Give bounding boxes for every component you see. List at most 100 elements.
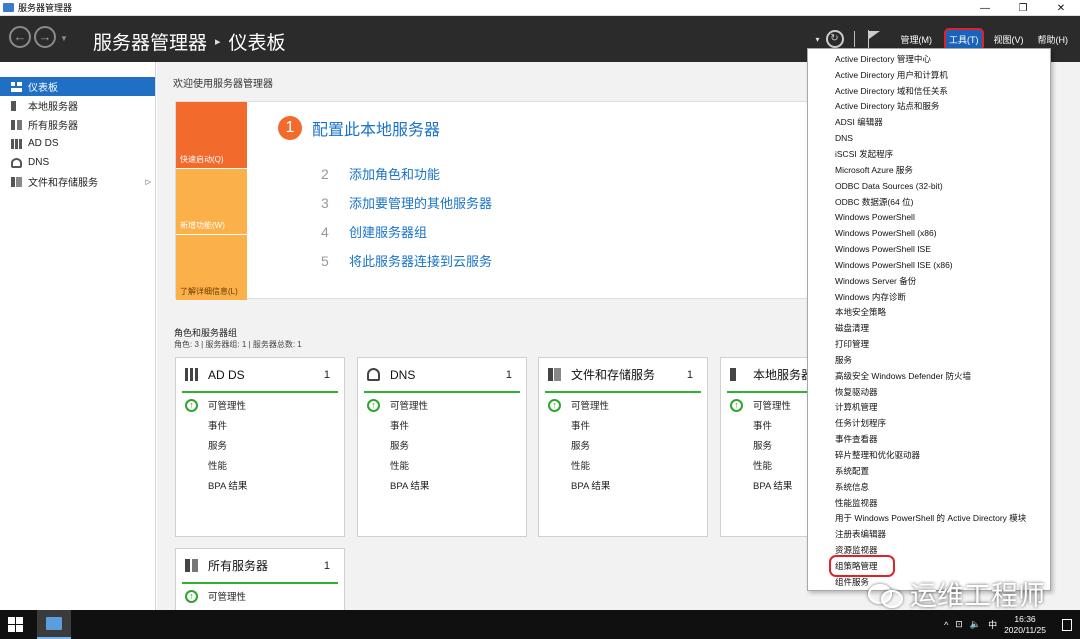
expand-arrow-icon[interactable]: ▷ — [146, 178, 151, 186]
step-number-badge: 1 — [278, 116, 302, 140]
network-icon[interactable]: ⊡ — [955, 619, 963, 630]
menu-item-adsi-edit[interactable]: ADSI 编辑器 — [808, 114, 1050, 130]
notification-icon[interactable] — [1062, 618, 1072, 631]
back-arrow-icon[interactable]: ← — [9, 26, 31, 48]
tab-whats-new[interactable]: 新增功能(W) — [176, 168, 247, 234]
configure-local-server-link[interactable]: 1 配置此本地服务器 — [278, 116, 440, 140]
minimize-button[interactable]: — — [966, 0, 1004, 16]
tile-dns[interactable]: DNS 1 ↑ 可管理性 事件 服务 性能 BPA 结果 — [357, 357, 527, 537]
refresh-dropdown-icon[interactable]: ▾ — [815, 35, 819, 44]
tile-title: AD DS — [208, 367, 245, 382]
menu-item-system-information[interactable]: 系统信息 — [808, 479, 1050, 495]
tile-file-storage[interactable]: 文件和存储服务 1 ↑ 可管理性 事件 服务 性能 BPA 结果 — [538, 357, 708, 537]
menu-item-disk-cleanup[interactable]: 磁盘清理 — [808, 320, 1050, 336]
row-label: 可管理性 — [208, 592, 247, 603]
tile-row-performance[interactable]: 性能 — [176, 455, 344, 475]
sidebar-item-all-servers[interactable]: 所有服务器 — [0, 115, 155, 134]
menu-manage[interactable]: 管理(M) — [899, 30, 935, 49]
sidebar-item-dashboard[interactable]: 仪表板 — [0, 77, 155, 96]
tile-row-manageability[interactable]: ↑ 可管理性 — [176, 395, 344, 415]
tile-row-bpa[interactable]: BPA 结果 — [539, 475, 707, 495]
menu-item-powershell-ise[interactable]: Windows PowerShell ISE — [808, 241, 1050, 257]
menu-item-task-scheduler[interactable]: 任务计划程序 — [808, 415, 1050, 431]
tile-row-bpa[interactable]: BPA 结果 — [176, 475, 344, 495]
row-label: 可管理性 — [571, 401, 610, 412]
tile-row-events[interactable]: 事件 — [539, 415, 707, 435]
tile-row-events[interactable]: 事件 — [358, 415, 526, 435]
tile-row-services[interactable]: 服务 — [176, 435, 344, 455]
connect-cloud-link[interactable]: 5 将此服务器连接到云服务 — [321, 251, 492, 270]
menu-item-powershell-x86[interactable]: Windows PowerShell (x86) — [808, 225, 1050, 241]
menu-item-local-security-policy[interactable]: 本地安全策略 — [808, 305, 1050, 321]
clock[interactable]: 16:36 2020/11/25 — [1004, 614, 1046, 636]
sidebar-item-local-server[interactable]: 本地服务器 — [0, 96, 155, 115]
menu-item-recovery-drive[interactable]: 恢复驱动器 — [808, 384, 1050, 400]
menu-item-system-configuration[interactable]: 系统配置 — [808, 463, 1050, 479]
notifications-flag-icon[interactable] — [867, 30, 881, 48]
menu-item-defragment[interactable]: 碎片整理和优化驱动器 — [808, 447, 1050, 463]
menu-item-iscsi-initiator[interactable]: iSCSI 发起程序 — [808, 146, 1050, 162]
breadcrumb-root[interactable]: 服务器管理器 — [93, 28, 207, 55]
menu-help[interactable]: 帮助(H) — [1036, 30, 1071, 49]
refresh-icon[interactable]: ↻ — [825, 30, 844, 48]
menu-item-ad-powershell-module[interactable]: 用于 Windows PowerShell 的 Active Directory… — [808, 510, 1050, 526]
menu-item-computer-management[interactable]: 计算机管理 — [808, 400, 1050, 416]
menu-item-ad-admin-center[interactable]: Active Directory 管理中心 — [808, 51, 1050, 67]
tile-row-manageability[interactable]: ↑ 可管理性 — [176, 586, 344, 606]
tray-expand-icon[interactable]: ^ — [944, 620, 948, 630]
menu-item-dns[interactable]: DNS — [808, 130, 1050, 146]
sidebar-item-file-storage[interactable]: 文件和存储服务 ▷ — [0, 172, 155, 191]
sidebar-item-dns[interactable]: DNS — [0, 153, 155, 172]
tile-row-manageability[interactable]: ↑ 可管理性 — [358, 395, 526, 415]
tools-menu-dropdown: Active Directory 管理中心 Active Directory 用… — [807, 48, 1051, 591]
menu-item-ad-domains-trusts[interactable]: Active Directory 域和信任关系 — [808, 83, 1050, 99]
roles-section-title: 角色和服务器组 — [174, 328, 238, 338]
tile-row-services[interactable]: 服务 — [358, 435, 526, 455]
menu-item-defender-firewall[interactable]: 高级安全 Windows Defender 防火墙 — [808, 368, 1050, 384]
add-roles-link[interactable]: 2 添加角色和功能 — [321, 164, 440, 183]
tile-row-manageability[interactable]: ↑ 可管理性 — [539, 395, 707, 415]
restore-button[interactable]: ❐ — [1004, 0, 1042, 16]
ime-indicator[interactable]: 中 — [988, 618, 997, 631]
menu-item-performance-monitor[interactable]: 性能监视器 — [808, 495, 1050, 511]
tile-all-servers[interactable]: 所有服务器 1 ↑ 可管理性 — [175, 548, 345, 610]
menu-item-odbc-32[interactable]: ODBC Data Sources (32-bit) — [808, 178, 1050, 194]
forward-arrow-icon[interactable]: → — [34, 26, 56, 48]
windows-start-icon[interactable] — [8, 617, 23, 632]
close-button[interactable]: ✕ — [1042, 0, 1080, 16]
menu-item-memory-diagnostic[interactable]: Windows 内存诊断 — [808, 289, 1050, 305]
tab-quickstart[interactable]: 快速启动(Q) — [176, 102, 247, 168]
menu-item-event-viewer[interactable]: 事件查看器 — [808, 431, 1050, 447]
menu-item-ad-users-computers[interactable]: Active Directory 用户和计算机 — [808, 67, 1050, 83]
menu-view[interactable]: 视图(V) — [992, 30, 1026, 49]
nav-dropdown-icon[interactable]: ▼ — [60, 34, 68, 43]
taskbar-server-manager[interactable] — [37, 610, 71, 639]
tile-row-services[interactable]: 服务 — [539, 435, 707, 455]
row-label: 可管理性 — [208, 401, 247, 412]
clock-time: 16:36 — [1014, 613, 1036, 624]
welcome-heading: 欢迎使用服务器管理器 — [173, 79, 273, 90]
tile-row-bpa[interactable]: BPA 结果 — [358, 475, 526, 495]
menu-item-services[interactable]: 服务 — [808, 352, 1050, 368]
tile-row-performance[interactable]: 性能 — [539, 455, 707, 475]
sidebar-item-label: 文件和存储服务 — [28, 178, 98, 189]
volume-icon[interactable]: 🔈 — [970, 619, 981, 630]
menu-item-odbc-64[interactable]: ODBC 数据源(64 位) — [808, 194, 1050, 210]
menu-item-group-policy-management[interactable]: 组策略管理 — [808, 555, 1050, 577]
menu-item-powershell[interactable]: Windows PowerShell — [808, 209, 1050, 225]
tile-count: 1 — [323, 368, 330, 381]
tab-learn-more[interactable]: 了解详细信息(L) — [176, 234, 247, 300]
menu-item-registry-editor[interactable]: 注册表编辑器 — [808, 526, 1050, 542]
create-server-group-link[interactable]: 4 创建服务器组 — [321, 222, 427, 241]
tile-adds[interactable]: AD DS 1 ↑ 可管理性 事件 服务 性能 BPA 结果 — [175, 357, 345, 537]
sidebar-item-adds[interactable]: AD DS — [0, 134, 155, 153]
menu-item-azure-services[interactable]: Microsoft Azure 服务 — [808, 162, 1050, 178]
menu-item-server-backup[interactable]: Windows Server 备份 — [808, 273, 1050, 289]
menu-item-print-management[interactable]: 打印管理 — [808, 336, 1050, 352]
tile-row-performance[interactable]: 性能 — [358, 455, 526, 475]
server-icon — [11, 100, 16, 111]
tile-row-events[interactable]: 事件 — [176, 415, 344, 435]
menu-item-ad-sites-services[interactable]: Active Directory 站点和服务 — [808, 99, 1050, 115]
menu-item-powershell-ise-x86[interactable]: Windows PowerShell ISE (x86) — [808, 257, 1050, 273]
add-servers-link[interactable]: 3 添加要管理的其他服务器 — [321, 193, 492, 212]
